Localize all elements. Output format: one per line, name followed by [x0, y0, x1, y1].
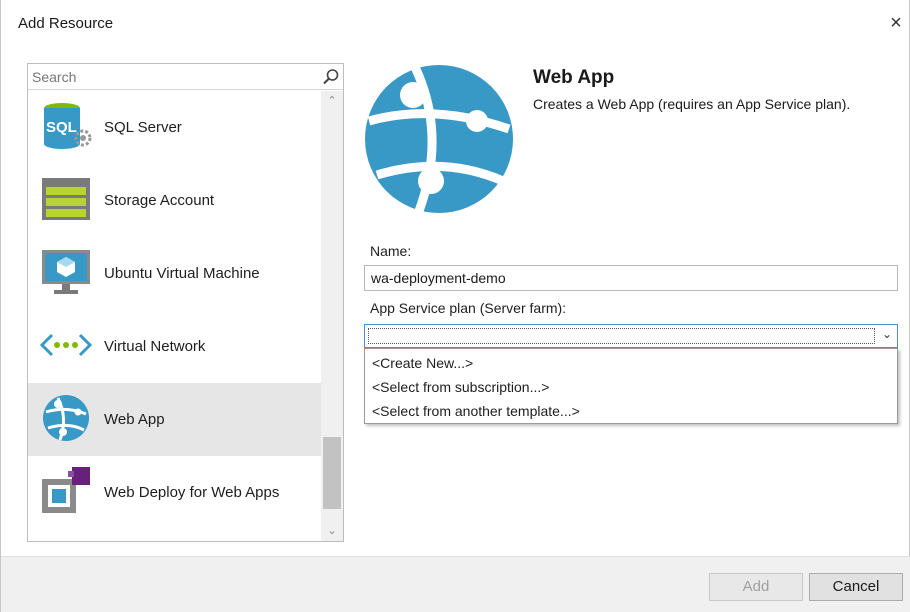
resource-item-web-app[interactable]: Web App [28, 383, 321, 456]
search-icon[interactable] [321, 67, 341, 87]
resource-item-label: Web Deploy for Web Apps [104, 484, 280, 501]
option-select-from-subscription[interactable]: <Select from subscription...> [365, 375, 897, 399]
add-button[interactable]: Add [709, 573, 803, 601]
app-service-plan-select[interactable]: ⌄ [364, 324, 898, 348]
resource-item-label: Ubuntu Virtual Machine [104, 265, 260, 282]
search-input[interactable] [32, 67, 312, 87]
dialog-footer: Add Cancel [1, 556, 910, 612]
dialog-title: Add Resource [18, 15, 114, 32]
chevron-down-icon[interactable]: ⌄ [882, 327, 892, 341]
app-service-plan-dropdown: <Create New...> <Select from subscriptio… [364, 348, 898, 424]
storage-account-icon [42, 178, 90, 220]
virtual-network-icon [39, 333, 93, 357]
resource-item-label: Virtual Network [104, 338, 206, 355]
web-app-icon [43, 395, 89, 441]
resource-item-web-deploy[interactable]: Web Deploy for Web Apps [28, 456, 321, 529]
name-input[interactable] [364, 265, 898, 291]
add-resource-dialog: Add Resource × SQL SQL Server [0, 0, 910, 612]
search-box [28, 64, 343, 90]
resource-item-ubuntu-vm[interactable]: Ubuntu Virtual Machine [28, 237, 321, 310]
detail-description: Creates a Web App (requires an App Servi… [533, 96, 851, 112]
web-app-globe-icon [365, 65, 513, 213]
cancel-button[interactable]: Cancel [809, 573, 903, 601]
resource-item-label: Storage Account [104, 192, 215, 209]
resource-item-label: SQL Server [104, 119, 182, 136]
list-scrollbar[interactable]: ⌃ ⌄ [321, 91, 343, 541]
select-focus-rect [368, 328, 875, 344]
close-icon[interactable]: × [885, 12, 907, 34]
option-create-new[interactable]: <Create New...> [365, 351, 897, 375]
resource-item-virtual-network[interactable]: Virtual Network [28, 310, 321, 383]
scroll-thumb[interactable] [323, 437, 341, 509]
virtual-machine-icon [42, 250, 90, 294]
app-service-plan-label: App Service plan (Server farm): [370, 300, 567, 316]
sql-server-icon: SQL [44, 103, 92, 149]
resource-list-panel: SQL SQL Server Storage Account [27, 63, 344, 542]
scroll-down-arrow-icon[interactable]: ⌄ [321, 521, 343, 541]
resource-item-storage-account[interactable]: Storage Account [28, 164, 321, 237]
web-deploy-icon [42, 467, 90, 513]
name-label: Name: [370, 243, 412, 259]
resource-item-label: Web App [104, 411, 165, 428]
resource-item-sql-server[interactable]: SQL SQL Server [28, 91, 321, 164]
svg-text:SQL: SQL [46, 119, 77, 136]
resource-list: SQL SQL Server Storage Account Ubuntu Vi… [28, 91, 321, 541]
scroll-up-arrow-icon[interactable]: ⌃ [321, 91, 343, 111]
option-select-from-template[interactable]: <Select from another template...> [365, 399, 897, 423]
detail-title: Web App [533, 67, 615, 88]
